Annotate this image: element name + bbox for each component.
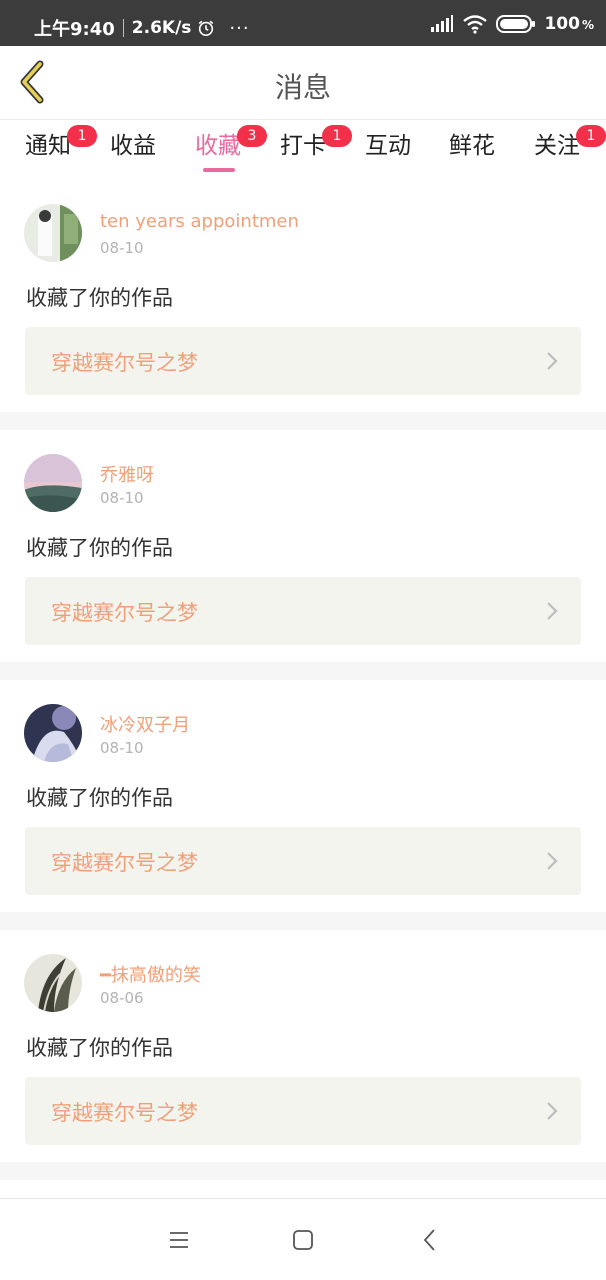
tab-interaction[interactable]: 互动 [365,132,411,176]
timestamp: 08-10 [100,239,144,257]
signal-icon [431,15,454,32]
timestamp: 08-06 [100,989,144,1007]
back-icon[interactable] [418,1227,444,1253]
wifi-icon [463,15,488,34]
tab-label: 互动 [365,133,411,159]
divider [0,912,606,930]
status-network-speed: 2.6K/s [131,18,192,38]
battery-icon [496,15,536,33]
chevron-right-icon [547,852,558,870]
tab-follow[interactable]: 关注 1 [534,125,606,176]
chevron-right-icon [547,602,558,620]
tab-badge: 1 [576,125,606,147]
tab-label: 关注 [534,133,580,159]
tab-badge: 3 [237,125,267,147]
work-link[interactable]: 穿越赛尔号之梦 [25,577,581,645]
avatar[interactable] [24,204,82,262]
action-text: 收藏了你的作品 [26,536,173,560]
home-icon[interactable] [290,1227,316,1253]
action-text: 收藏了你的作品 [26,286,173,310]
tab-notify[interactable]: 通知 1 [25,125,97,176]
app-header: 消息 [0,46,606,120]
avatar[interactable] [24,704,82,762]
tab-earnings[interactable]: 收益 [110,132,156,176]
chevron-right-icon [547,1102,558,1120]
tab-label: 打卡 [280,133,326,159]
page-title: 消息 [274,71,331,104]
timestamp: 08-10 [100,739,144,757]
status-separator [122,19,124,37]
tab-checkin[interactable]: 打卡 1 [280,125,352,176]
status-bar: 上午9:40 2.6K/s ··· 100% [0,0,606,46]
tab-badge: 1 [67,125,97,147]
tab-favorites[interactable]: 收藏 3 [195,125,267,176]
active-tab-indicator [203,168,235,172]
username[interactable]: ━抹高傲的笑 [100,961,201,987]
battery-percent-sign: % [581,18,594,32]
action-text: 收藏了你的作品 [26,786,173,810]
work-title: 穿越赛尔号之梦 [51,601,198,625]
action-text: 收藏了你的作品 [26,1036,173,1060]
work-link[interactable]: 穿越赛尔号之梦 [25,1077,581,1145]
username[interactable]: ten years appointmen [100,211,299,232]
work-title: 穿越赛尔号之梦 [51,1101,198,1125]
status-more-dots: ··· [229,17,250,39]
avatar[interactable] [24,454,82,512]
work-link[interactable]: 穿越赛尔号之梦 [25,327,581,395]
list-item: 乔雅呀 08-10 收藏了你的作品 穿越赛尔号之梦 [0,430,606,662]
work-title: 穿越赛尔号之梦 [51,351,198,375]
tab-badge: 1 [322,125,352,147]
list-item: ━抹高傲的笑 08-06 收藏了你的作品 穿越赛尔号之梦 [0,930,606,1162]
tab-label: 通知 [25,133,71,159]
alarm-icon [199,20,214,37]
tab-flowers[interactable]: 鲜花 [449,132,495,176]
menu-icon[interactable] [166,1227,192,1253]
divider [0,662,606,680]
chevron-right-icon [547,352,558,370]
tab-label: 收益 [110,133,156,159]
username[interactable]: 冰冷双子月 [100,711,190,737]
status-time: 上午9:40 [34,19,115,40]
message-feed: ten years appointmen 08-10 收藏了你的作品 穿越赛尔号… [0,180,606,1180]
list-item: ten years appointmen 08-10 收藏了你的作品 穿越赛尔号… [0,180,606,412]
divider [0,1162,606,1180]
list-item: 冰冷双子月 08-10 收藏了你的作品 穿越赛尔号之梦 [0,680,606,912]
username[interactable]: 乔雅呀 [100,461,154,487]
divider [0,412,606,430]
tab-label: 鲜花 [449,133,495,159]
battery-level: 100% [544,14,594,34]
system-nav-bar [0,1198,606,1280]
tab-label: 收藏 [195,133,241,159]
avatar[interactable] [24,954,82,1012]
work-title: 穿越赛尔号之梦 [51,851,198,875]
work-link[interactable]: 穿越赛尔号之梦 [25,827,581,895]
timestamp: 08-10 [100,489,144,507]
category-tabs: 通知 1 收益 收藏 3 打卡 1 互动 鲜花 关注 1 [0,120,606,180]
